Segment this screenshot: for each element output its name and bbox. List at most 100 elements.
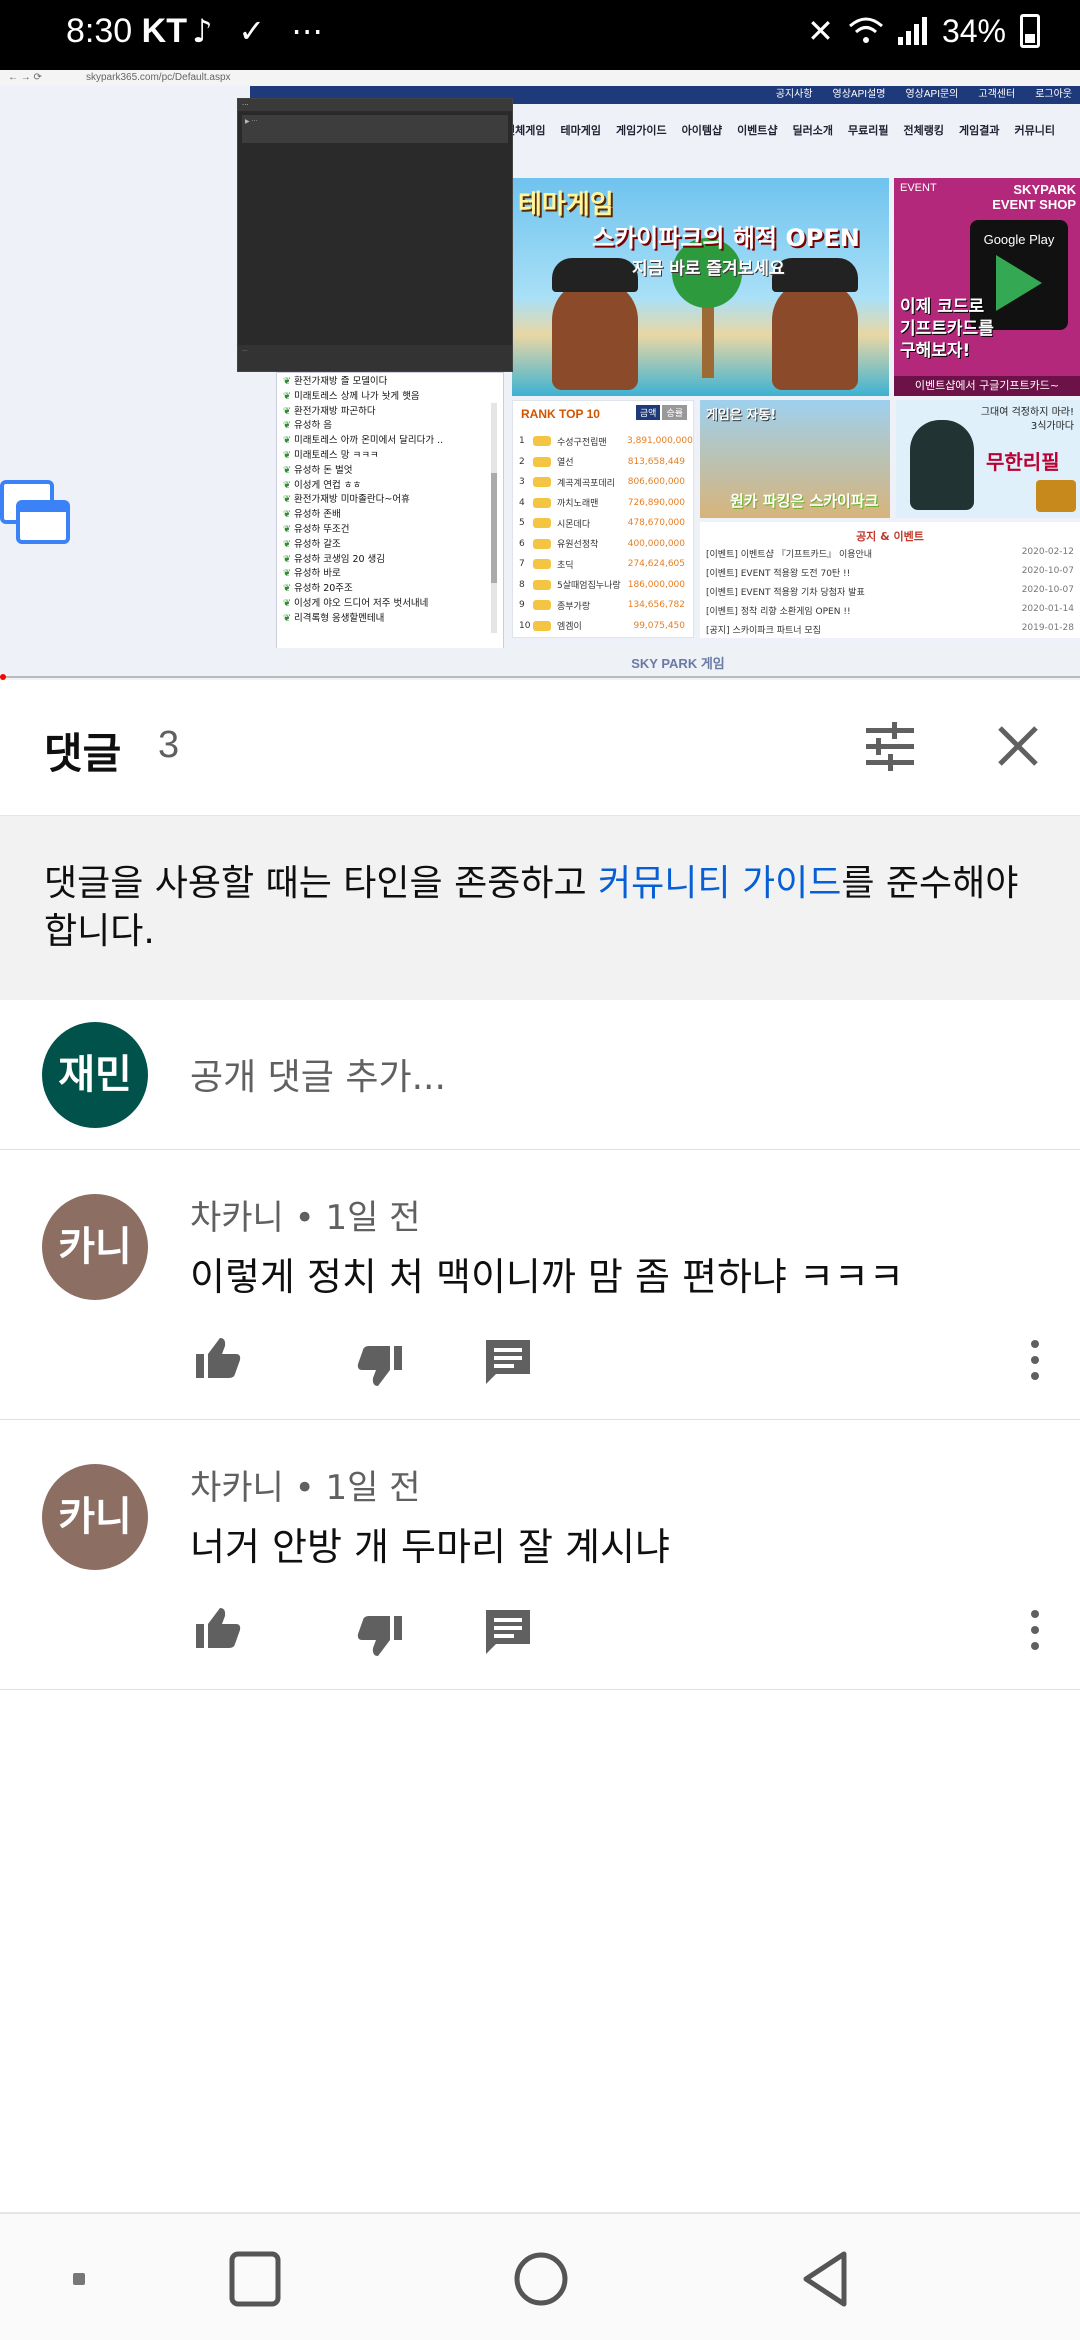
thumbs-down-icon[interactable] <box>352 1608 408 1664</box>
chat-text: 유성하 바로 <box>293 568 341 580</box>
more-options-icon[interactable] <box>1020 1334 1050 1390</box>
notice-date: 2020-10-07 <box>1021 585 1074 595</box>
status-right: ✕ 34% <box>807 12 1040 50</box>
rank-score: 274,624,605 <box>627 559 685 570</box>
rank-score: 813,658,449 <box>627 456 685 467</box>
rank-name: 열선 <box>557 458 574 469</box>
thumbs-down-icon[interactable] <box>352 1338 408 1394</box>
system-nav-bar <box>0 2212 1080 2340</box>
site-nav-item: 딜러소개 <box>792 124 834 137</box>
chat-message: ❦ 유성하 돈 벌엇 <box>277 464 503 479</box>
add-comment-input[interactable]: 공개 댓글 추가... <box>190 1048 446 1100</box>
rank-name: 수성구전립맨 <box>557 437 607 448</box>
chat-text: 유성하 갈조 <box>293 538 341 550</box>
rank-tabs: 금액 승률 <box>634 405 687 420</box>
rank-number: 1 <box>519 436 525 447</box>
comment-time: 1일 전 <box>325 1198 421 1238</box>
leaf-icon: ❦ <box>283 538 291 550</box>
rank-score: 99,075,450 <box>633 620 685 631</box>
pip-icon[interactable] <box>0 480 70 546</box>
browser-url: skypark365.com/pc/Default.aspx <box>86 72 231 83</box>
rank-score: 134,656,782 <box>627 600 685 611</box>
top-link: 영상API설명 <box>832 89 886 100</box>
status-time: 8:30 KT <box>66 12 187 50</box>
chat-message: ❦ 환전가재방 미마졸란다~어휴 <box>277 493 503 508</box>
home-icon[interactable] <box>506 2244 576 2314</box>
promo-character <box>910 420 974 510</box>
reply-icon[interactable] <box>480 1334 536 1390</box>
status-bar: 8:30 KT ♪ ✓ ⋯ ✕ 34% <box>0 0 1080 70</box>
leaf-icon: ❦ <box>283 523 291 535</box>
community-guide-link[interactable]: 커뮤니티 가이드 <box>598 863 841 904</box>
rank-row: 8 5살때엄집누나랑 186,000,000 <box>519 575 689 596</box>
nav-menu-icon[interactable] <box>44 2244 114 2314</box>
community-guide-notice: 댓글을 사용할 때는 타인을 존중하고 커뮤니티 가이드를 준수해야 합니다. <box>0 816 1080 1000</box>
comments-header: 댓글 3 <box>0 680 1080 816</box>
tiktok-icon: ♪ <box>192 12 213 50</box>
chat-text: 환전가재방 파곤하다 <box>293 405 376 417</box>
more-options-icon[interactable] <box>1020 1604 1050 1660</box>
promo-title: 게임은 자동! <box>706 408 777 423</box>
leaf-icon: ❦ <box>283 449 291 461</box>
rank-row: 5 시몬데다 478,670,000 <box>519 513 689 534</box>
comment-actions <box>190 1600 1050 1660</box>
leaf-icon: ❦ <box>283 597 291 609</box>
notice-row: [이벤트] 이벤트샵 『기프트카드』 이용안내 2020-02-12 <box>700 544 1080 563</box>
notice-date: 2020-02-12 <box>1021 547 1074 557</box>
rank-row: 2 열선 813,658,449 <box>519 452 689 473</box>
popup-message: ▶ ··· <box>242 115 508 143</box>
site-nav: 전체게임 테마게임 게임가이드 아이템샵 이벤트샵 딜러소개 무료리필 전체랭킹 게임결과 커뮤니… <box>505 122 1080 146</box>
back-icon[interactable] <box>792 2244 862 2314</box>
mute-icon: ✕ <box>807 13 834 49</box>
chat-text: 환전가재방 즐 모델이다 <box>293 376 388 387</box>
top-link: 로그아웃 <box>1035 89 1072 100</box>
chat-message: ❦ 리격록형 응생할멘테내 <box>277 612 503 627</box>
rank-tab: 금액 <box>635 405 661 420</box>
comment-author[interactable]: 차카니 <box>190 1198 284 1238</box>
leaf-icon: ❦ <box>283 464 291 476</box>
notice-text: [이벤트] EVENT 적용왕 도전 70탄 !! <box>706 569 851 579</box>
thumbs-up-icon[interactable] <box>190 1600 246 1656</box>
comment-item: 카니 차카니 • 1일 전 너거 안방 개 두마리 잘 계시냐 <box>0 1420 1080 1690</box>
avatar[interactable]: 카니 <box>42 1194 148 1300</box>
signal-icon <box>897 17 927 45</box>
rank-name: 유원선정착 <box>557 540 599 551</box>
battery-level: 34% <box>941 12 1006 49</box>
comment-author[interactable]: 차카니 <box>190 1468 284 1508</box>
leaf-icon: ❦ <box>283 405 291 417</box>
site-nav-item: 게임가이드 <box>615 124 667 137</box>
rank-score: 186,000,000 <box>627 579 685 590</box>
promo-title: 그대여 걱정하지 마라! 3식가마다 <box>980 407 1074 432</box>
chat-text: 유성하 돈 벌엇 <box>293 464 353 476</box>
chat-text: 미래토레스 망 ㅋㅋㅋ <box>293 449 379 461</box>
banner-title: 스카이파크의 해적 OPEN <box>592 224 860 252</box>
rank-row: 4 까치노래맨 726,890,000 <box>519 493 689 514</box>
video-progress-bar[interactable] <box>0 676 1080 678</box>
battery-icon <box>1020 14 1040 48</box>
recent-apps-icon[interactable] <box>220 2244 290 2314</box>
rank-badge-icon <box>533 600 551 611</box>
chat-message: ❦ 유성하 바로 <box>277 567 503 582</box>
sort-icon[interactable] <box>862 718 918 774</box>
reply-icon[interactable] <box>480 1604 536 1660</box>
avatar[interactable]: 카니 <box>42 1464 148 1570</box>
theme-game-banner: 테마게임 스카이파크의 해적 OPEN 지금 바로 즐겨보세요 <box>512 178 889 396</box>
chat-text: 환전가재방 미마졸란다~어휴 <box>293 494 410 506</box>
avatar: 재민 <box>42 1022 148 1128</box>
chat-message: ❦ 환전가재방 파곤하다 <box>277 405 503 420</box>
chat-message: ❦ 유성하 코생임 20 생김 <box>277 553 503 568</box>
chat-text: 유성하 음 <box>293 420 332 432</box>
notice-text: [공지] 스카이파크 파트너 모집 <box>706 626 821 636</box>
chat-message: ❦ 유성하 존배 <box>277 508 503 523</box>
close-icon[interactable] <box>990 718 1046 774</box>
video-player[interactable]: ← → ⟳ skypark365.com/pc/Default.aspx 공지사… <box>0 70 1080 680</box>
comments-title: 댓글 <box>44 729 122 778</box>
rank-row: 7 초딕 274,624,605 <box>519 554 689 575</box>
rank-tab: 승률 <box>662 405 687 420</box>
thumbs-up-icon[interactable] <box>190 1330 246 1386</box>
add-comment-row[interactable]: 재민 공개 댓글 추가... <box>0 1000 1080 1150</box>
rank-badge-icon <box>533 579 551 590</box>
rank-name: 종부가랑 <box>557 601 591 612</box>
wifi-icon <box>848 17 883 43</box>
top-link: 고객센터 <box>978 89 1016 100</box>
